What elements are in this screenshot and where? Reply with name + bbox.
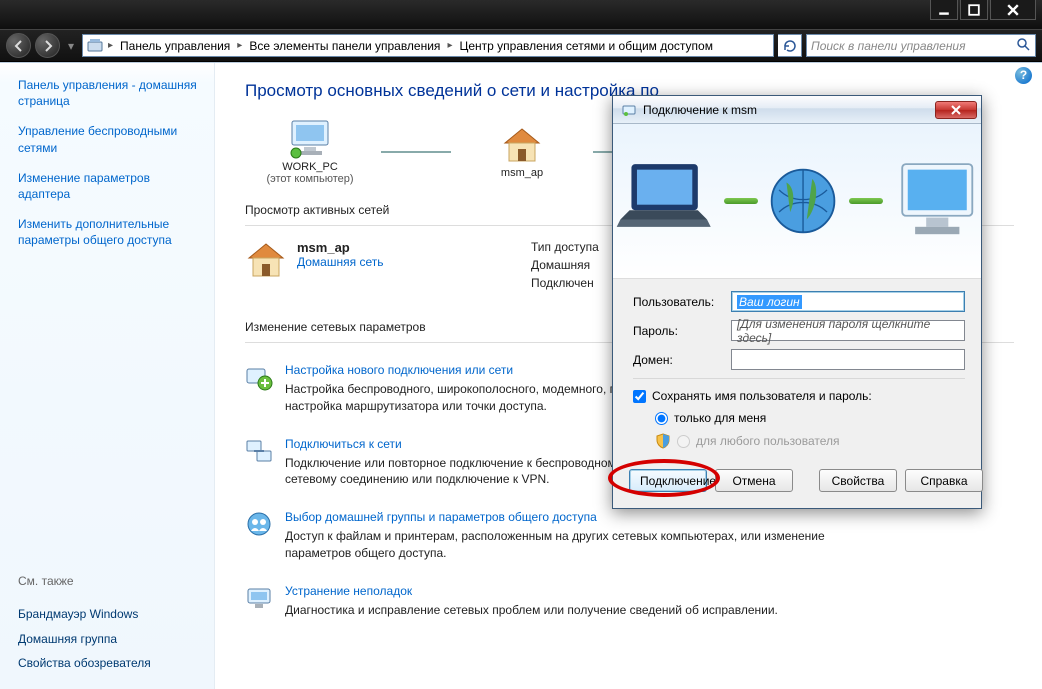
home-group: Домашняя [531, 258, 599, 272]
node-this-pc[interactable]: WORK_PC (этот компьютер) [245, 119, 375, 185]
connections: Подключен [531, 276, 599, 290]
new-connection-icon [245, 363, 273, 391]
dialog-banner [613, 124, 981, 279]
user-label: Пользователь: [633, 295, 723, 309]
dialog-close-button[interactable] [935, 101, 977, 119]
domain-label: Домен: [633, 353, 723, 367]
connect-button[interactable]: Подключение [629, 469, 707, 492]
close-button[interactable] [990, 0, 1036, 20]
globe-icon [768, 163, 838, 239]
nav-history-dropdown[interactable]: ▾ [64, 35, 78, 57]
see-also-label: См. также [18, 574, 204, 588]
cancel-button[interactable]: Отмена [715, 469, 793, 492]
node-router[interactable]: msm_ap [457, 125, 587, 179]
password-placeholder: [Для изменения пароля щелкните здесь] [737, 317, 959, 345]
task-link[interactable]: Устранение неполадок [285, 584, 778, 598]
sidebar-link[interactable]: Изменение параметров адаптера [18, 170, 204, 202]
see-also-link[interactable]: Свойства обозревателя [18, 655, 204, 671]
max-button[interactable] [960, 0, 988, 20]
task-desc: Диагностика и исправление сетевых пробле… [285, 602, 778, 619]
sidebar-link[interactable]: Изменить дополнительные параметры общего… [18, 216, 204, 248]
map-link [381, 151, 451, 153]
user-field[interactable]: Ваш логин [731, 291, 965, 312]
task-item: Устранение неполадок Диагностика и испра… [245, 584, 1014, 619]
search-icon [1015, 36, 1031, 55]
breadcrumb-part[interactable]: Центр управления сетями и общим доступом [457, 39, 715, 53]
min-button[interactable] [930, 0, 958, 20]
properties-button[interactable]: Свойства [819, 469, 897, 492]
radio-only-me[interactable] [655, 412, 668, 425]
save-credentials-label: Сохранять имя пользователя и пароль: [652, 389, 872, 403]
search-placeholder: Поиск в панели управления [811, 39, 966, 53]
dialog-icon [621, 102, 637, 118]
window-caption [0, 0, 1042, 29]
user-value: Ваш логин [737, 295, 802, 309]
dialog-buttons: Подключение Отмена Свойства Справка [613, 463, 981, 508]
troubleshoot-icon [245, 584, 273, 612]
access-type: Тип доступа [531, 240, 599, 254]
sidebar: Панель управления - домашняя страница Уп… [0, 63, 215, 689]
save-credentials-checkbox[interactable] [633, 390, 646, 403]
breadcrumb[interactable]: ▸ Панель управления ▸ Все элементы панел… [82, 34, 774, 57]
see-also-link[interactable]: Домашняя группа [18, 631, 204, 647]
house-icon [245, 240, 287, 282]
breadcrumb-part[interactable]: Все элементы панели управления [247, 39, 442, 53]
help-button[interactable]: Справка [905, 469, 983, 492]
node-name: WORK_PC [245, 161, 375, 173]
radio-any-user [677, 435, 690, 448]
radio-any-user-label: для любого пользователя [696, 434, 840, 448]
node-name: msm_ap [457, 167, 587, 179]
dialog-titlebar[interactable]: Подключение к msm [613, 96, 981, 124]
network-name: msm_ap [297, 240, 383, 255]
homegroup-icon [245, 510, 273, 538]
task-item: Выбор домашней группы и параметров общег… [245, 510, 1014, 562]
nav-bar: ▾ ▸ Панель управления ▸ Все элементы пан… [0, 29, 1042, 62]
network-type-link[interactable]: Домашняя сеть [297, 255, 383, 269]
shield-icon [655, 433, 671, 449]
server-icon [893, 151, 982, 251]
dialog-separator [633, 378, 965, 379]
password-field[interactable]: [Для изменения пароля щелкните здесь] [731, 320, 965, 341]
back-button[interactable] [6, 33, 31, 58]
dialog-title: Подключение к msm [643, 103, 935, 117]
connect-dialog: Подключение к msm Пользователь: [612, 95, 982, 509]
laptop-icon [613, 151, 714, 251]
search-input[interactable]: Поиск в панели управления [806, 34, 1036, 57]
node-sub: (этот компьютер) [245, 173, 375, 185]
radio-only-me-label: только для меня [674, 411, 766, 425]
house-icon [457, 125, 587, 165]
see-also-link[interactable]: Брандмауэр Windows [18, 606, 204, 622]
refresh-button[interactable] [778, 34, 802, 57]
control-panel-icon [87, 38, 103, 54]
dialog-form: Пользователь: Ваш логин Пароль: [Для изм… [613, 279, 981, 463]
password-label: Пароль: [633, 324, 723, 338]
sidebar-link[interactable]: Управление беспроводными сетями [18, 123, 204, 155]
breadcrumb-part[interactable]: Панель управления [118, 39, 232, 53]
task-desc: Доступ к файлам и принтерам, расположенн… [285, 528, 845, 562]
connect-network-icon [245, 437, 273, 465]
task-link[interactable]: Выбор домашней группы и параметров общег… [285, 510, 845, 524]
forward-button[interactable] [35, 33, 60, 58]
sidebar-home-link[interactable]: Панель управления - домашняя страница [18, 77, 204, 109]
pc-icon [245, 119, 375, 159]
domain-field[interactable] [731, 349, 965, 370]
